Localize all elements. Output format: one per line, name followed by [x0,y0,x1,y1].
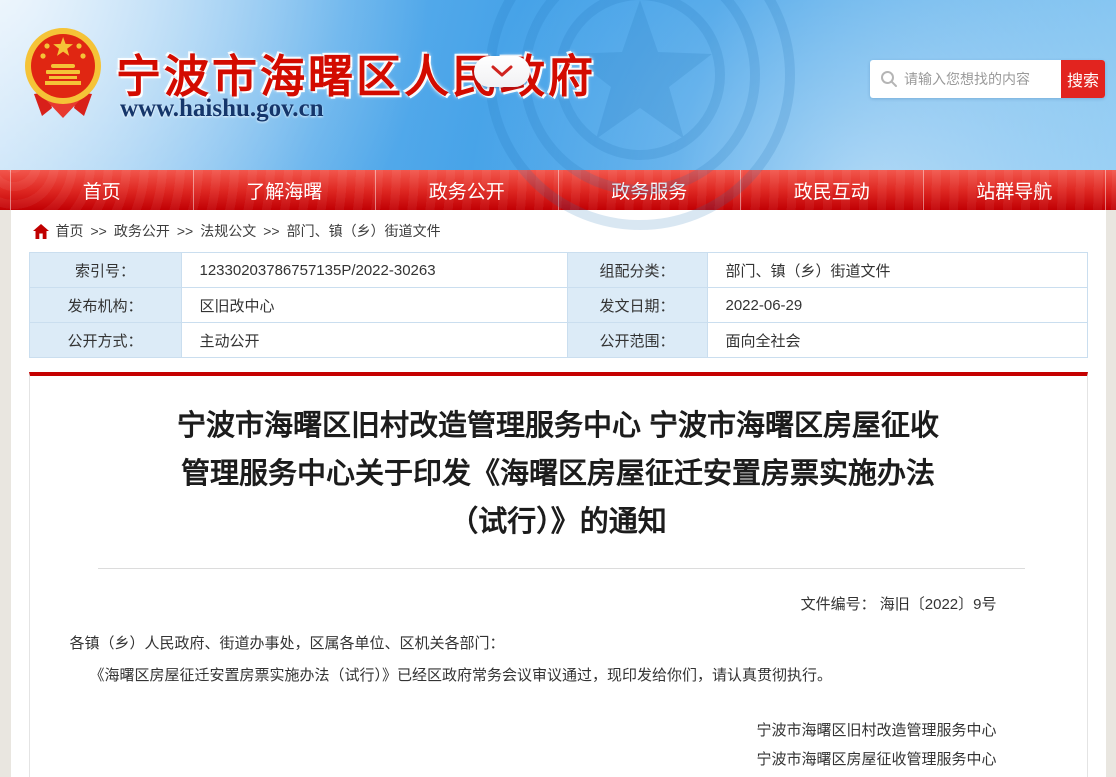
article-paragraph: 各镇（乡）人民政府、街道办事处，区属各单位、区机关各部门： [30,630,1087,658]
table-row: 发布机构： 区旧改中心 发文日期： 2022-06-29 [29,288,1087,323]
article-body: 各镇（乡）人民政府、街道办事处，区属各单位、区机关各部门： 《海曙区房屋征迁安置… [30,630,1087,690]
signature-org-line: 宁波市海曙区旧村改造管理服务中心 [30,716,997,745]
breadcrumb-item-home[interactable]: 首页 [56,221,84,241]
search-box: 搜索 [870,60,1105,98]
search-icon [880,70,898,88]
site-banner: 宁波市海曙区人民政府 www.haishu.gov.cn 搜索 [0,0,1116,170]
signature-org-line: 宁波市海曙区房屋征收管理服务中心 [30,745,997,774]
doc-number: 文件编号： 海旧〔2022〕9号 [30,593,1087,614]
main-nav: 首页 了解海曙 政务公开 政务服务 政民互动 站群导航 [0,170,1116,210]
meta-label-index-no: 索引号： [29,253,181,288]
article-paragraph: 《海曙区房屋征迁安置房票实施办法（试行）》已经区政府常务会议审议通过，现印发给你… [30,662,1087,690]
title-divider [98,568,1025,569]
nav-item-about[interactable]: 了解海曙 [194,170,377,210]
meta-value-issuing-org: 区旧改中心 [181,288,567,323]
national-emblem [18,24,108,129]
signature-block: 宁波市海曙区旧村改造管理服务中心 宁波市海曙区房屋征收管理服务中心 2022年6… [30,716,1087,777]
meta-label-issuing-org: 发布机构： [29,288,181,323]
breadcrumb-item-gov-info[interactable]: 政务公开 [114,221,170,241]
meta-label-disclosure-method: 公开方式： [29,323,181,358]
meta-label-category: 组配分类： [567,253,707,288]
chevron-down-icon [491,65,513,78]
breadcrumb-item-current[interactable]: 部门、镇（乡）街道文件 [287,221,441,241]
meta-value-disclosure-method: 主动公开 [181,323,567,358]
table-row: 索引号： 12330203786757135P/2022-30263 组配分类：… [29,253,1087,288]
page-title: 宁波市海曙区旧村改造管理服务中心 宁波市海曙区房屋征收管理服务中心关于印发《海曙… [163,402,953,546]
meta-value-disclosure-scope: 面向全社会 [707,323,1087,358]
meta-label-disclosure-scope: 公开范围： [567,323,707,358]
document-meta-table: 索引号： 12330203786757135P/2022-30263 组配分类：… [29,252,1088,358]
banner-dropdown-button[interactable] [474,56,530,87]
breadcrumb-item-regulations[interactable]: 法规公文 [200,221,256,241]
search-input[interactable] [904,60,1061,98]
article-card: 宁波市海曙区旧村改造管理服务中心 宁波市海曙区房屋征收管理服务中心关于印发《海曙… [29,372,1088,777]
breadcrumb-separator: >> [177,223,193,239]
nav-item-home[interactable]: 首页 [10,170,194,210]
nav-item-interaction[interactable]: 政民互动 [741,170,924,210]
site-url: www.haishu.gov.cn [120,95,324,123]
table-row: 公开方式： 主动公开 公开范围： 面向全社会 [29,323,1087,358]
nav-item-services[interactable]: 政务服务 [559,170,742,210]
breadcrumb-separator: >> [91,223,107,239]
search-button[interactable]: 搜索 [1061,60,1105,98]
nav-item-gov-info[interactable]: 政务公开 [376,170,559,210]
meta-value-category: 部门、镇（乡）街道文件 [707,253,1087,288]
breadcrumb: 首页 >> 政务公开 >> 法规公文 >> 部门、镇（乡）街道文件 [11,210,1106,252]
meta-value-index-no: 12330203786757135P/2022-30263 [181,253,567,288]
nav-item-site-group[interactable]: 站群导航 [924,170,1107,210]
home-icon [33,224,49,239]
meta-label-issue-date: 发文日期： [567,288,707,323]
page-container: 首页 >> 政务公开 >> 法规公文 >> 部门、镇（乡）街道文件 索引号： 1233020… [11,210,1106,777]
meta-value-issue-date: 2022-06-29 [707,288,1087,323]
breadcrumb-separator: >> [263,223,279,239]
